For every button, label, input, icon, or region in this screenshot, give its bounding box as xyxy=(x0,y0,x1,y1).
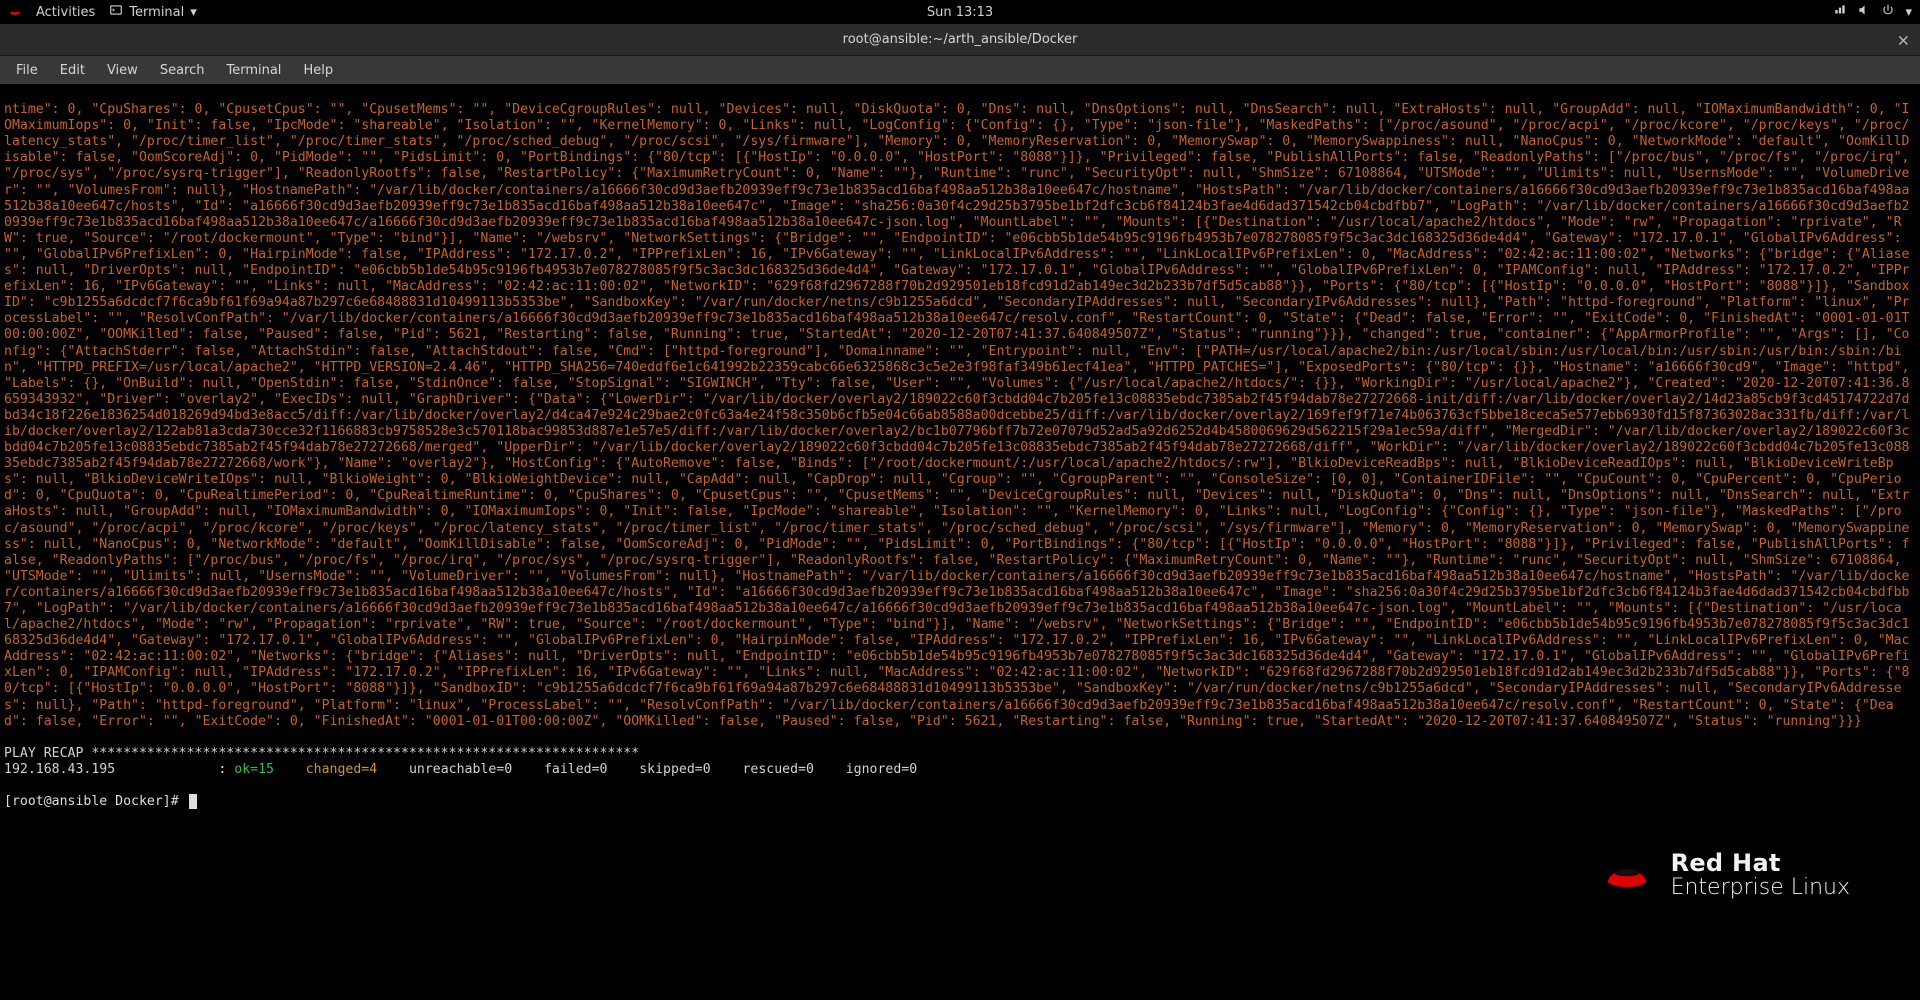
menu-edit[interactable]: Edit xyxy=(50,59,95,82)
menu-help[interactable]: Help xyxy=(293,59,343,82)
gnome-topbar: Activities Terminal ▾ Sun 13:13 ▾ xyxy=(0,0,1920,24)
menu-terminal[interactable]: Terminal xyxy=(216,59,291,82)
menu-view[interactable]: View xyxy=(97,59,148,82)
power-icon[interactable] xyxy=(1881,3,1895,21)
chevron-down-icon: ▾ xyxy=(1905,5,1912,20)
menu-file[interactable]: File xyxy=(6,59,48,82)
chevron-down-icon: ▾ xyxy=(190,5,197,20)
volume-icon[interactable] xyxy=(1857,3,1871,21)
menu-search[interactable]: Search xyxy=(150,59,215,82)
recap-changed: changed=4 xyxy=(306,762,377,777)
window-titlebar: root@ansible:~/arth_ansible/Docker × xyxy=(0,24,1920,56)
recap-failed: failed=0 xyxy=(544,762,608,777)
terminal-viewport[interactable]: ntime": 0, "CpuShares": 0, "CpusetCpus":… xyxy=(0,84,1920,1000)
terminal-menubar: File Edit View Search Terminal Help xyxy=(0,56,1920,84)
close-icon[interactable]: × xyxy=(1897,30,1910,49)
cursor xyxy=(189,794,197,809)
clock[interactable]: Sun 13:13 xyxy=(927,5,993,20)
play-recap-header: PLAY RECAP *****************************… xyxy=(4,746,639,761)
active-app-label: Terminal xyxy=(129,5,184,20)
docker-inspect-output: ntime": 0, "CpuShares": 0, "CpusetCpus":… xyxy=(4,102,1917,729)
recap-unreachable: unreachable=0 xyxy=(409,762,512,777)
terminal-icon xyxy=(109,3,123,21)
recap-rescued: rescued=0 xyxy=(742,762,813,777)
window-title: root@ansible:~/arth_ansible/Docker xyxy=(843,32,1078,47)
recap-host: 192.168.43.195 xyxy=(4,762,115,777)
recap-ignored: ignored=0 xyxy=(846,762,917,777)
recap-skipped: skipped=0 xyxy=(639,762,710,777)
recap-ok: ok=15 xyxy=(234,762,274,777)
active-app-pill[interactable]: Terminal ▾ xyxy=(109,3,196,21)
activities-button[interactable]: Activities xyxy=(36,5,95,20)
redhat-logo-icon xyxy=(8,5,22,19)
network-icon[interactable] xyxy=(1833,3,1847,21)
shell-prompt: [root@ansible Docker]# xyxy=(4,794,187,809)
